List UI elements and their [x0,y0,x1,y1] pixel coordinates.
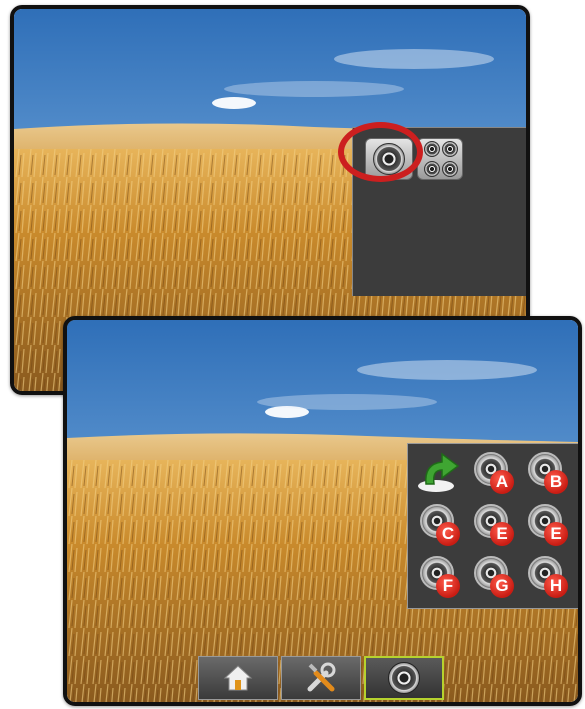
camera-select-b-button[interactable]: B [524,450,572,494]
camera-button[interactable] [364,656,444,700]
bottom-display-screen: A B C E E F G H [63,316,582,706]
camera-label-badge: F [436,574,460,598]
multi-camera-button[interactable] [417,138,463,180]
camera-label-badge: E [544,522,568,546]
camera-select-c-button[interactable]: C [416,502,464,546]
home-button[interactable] [198,656,278,700]
camera-label-badge: B [544,470,568,494]
camera-label-badge: A [490,470,514,494]
quad-camera-icon [424,141,458,177]
camera-select-h-button[interactable]: H [524,554,572,598]
camera-view-panel [352,127,526,296]
camera-select-f-button[interactable]: F [416,554,464,598]
single-camera-button[interactable] [365,138,413,180]
camera-icon [388,662,420,694]
camera-label-badge: E [490,522,514,546]
camera-select-a-button[interactable]: A [470,450,518,494]
camera-select-e-button[interactable]: E [524,502,572,546]
camera-label-badge: C [436,522,460,546]
return-arrow-icon [418,452,460,492]
tools-icon [307,662,336,692]
back-button[interactable] [416,450,462,494]
camera-lens-icon [373,143,405,175]
camera-select-g-button[interactable]: G [470,554,518,598]
camera-select-e-button[interactable]: E [470,502,518,546]
camera-label-badge: H [544,574,568,598]
home-icon [223,665,253,691]
camera-selector-panel: A B C E E F G H [407,443,578,609]
tools-button[interactable] [281,656,361,700]
camera-label-badge: G [490,574,514,598]
bottom-toolbar [198,656,448,700]
